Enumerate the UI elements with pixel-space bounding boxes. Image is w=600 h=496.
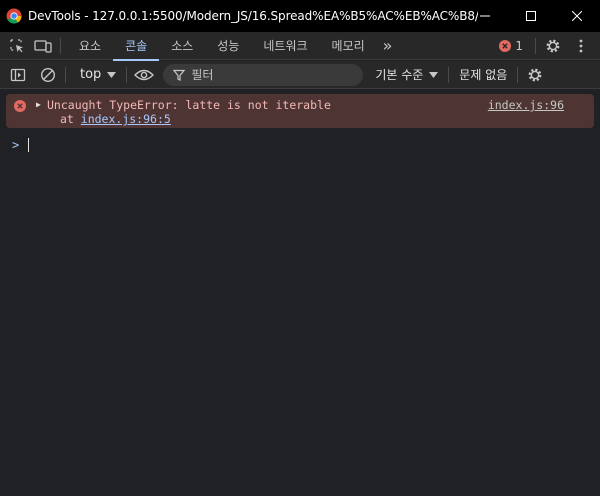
- filter-placeholder: 필터: [191, 68, 214, 82]
- sidebar-toggle-icon: [10, 68, 26, 81]
- eye-icon: [134, 69, 155, 80]
- minimize-button[interactable]: [462, 0, 508, 32]
- device-toolbar-button[interactable]: [32, 35, 54, 57]
- clear-console-button[interactable]: [37, 64, 59, 86]
- error-text: Uncaught TypeError: latte is not iterabl…: [47, 98, 331, 112]
- tab-label: 소스: [171, 39, 194, 53]
- close-icon: [572, 11, 582, 21]
- error-count: 1: [515, 38, 523, 53]
- window-title: DevTools - 127.0.0.1:5500/Modern_JS/16.S…: [28, 9, 478, 23]
- tab-memory[interactable]: 메모리: [320, 32, 377, 60]
- toolbar-divider: [65, 66, 66, 83]
- console-toolbar: top 필터 기본 수준 문제 없음: [0, 61, 600, 89]
- minimize-icon: [480, 15, 490, 17]
- stack-prefix: at: [60, 112, 81, 126]
- chrome-icon: [6, 8, 22, 24]
- console-output[interactable]: ▶ Uncaught TypeError: latte is not itera…: [0, 90, 600, 496]
- log-levels-dropdown[interactable]: 기본 수준: [375, 66, 439, 83]
- window-controls: [462, 0, 600, 32]
- kebab-menu-icon: [579, 39, 583, 52]
- gear-icon: [546, 39, 560, 52]
- tab-label: 메모리: [331, 39, 365, 53]
- toolbar-divider: [535, 37, 536, 54]
- source-link[interactable]: index.js:96: [488, 98, 564, 112]
- live-expression-button[interactable]: [133, 64, 155, 86]
- more-tabs-icon: »: [382, 36, 393, 55]
- tab-performance[interactable]: 성능: [205, 32, 251, 60]
- error-icon: [14, 100, 26, 112]
- console-settings-button[interactable]: [524, 64, 546, 86]
- tab-label: 성능: [217, 39, 240, 53]
- sidebar-toggle-button[interactable]: [7, 64, 29, 86]
- issues-button[interactable]: 문제 없음: [459, 66, 507, 83]
- close-button[interactable]: [554, 0, 600, 32]
- maximize-icon: [526, 11, 536, 21]
- stack-source-link[interactable]: index.js:96:5: [81, 112, 171, 126]
- clear-icon: [40, 67, 56, 82]
- dropdown-arrow-icon: [429, 71, 439, 78]
- customize-menu-button[interactable]: [570, 35, 592, 57]
- more-tabs-button[interactable]: »: [377, 32, 399, 60]
- toolbar-divider: [126, 66, 128, 83]
- toolbar-divider: [60, 37, 61, 54]
- toolbar-divider: [448, 66, 450, 83]
- log-levels-label: 기본 수준: [375, 68, 424, 82]
- tab-sources[interactable]: 소스: [159, 32, 205, 60]
- error-message[interactable]: ▶ Uncaught TypeError: latte is not itera…: [6, 94, 594, 128]
- tab-elements[interactable]: 요소: [67, 32, 113, 60]
- gear-icon: [528, 68, 542, 81]
- tab-label: 네트워크: [263, 39, 308, 53]
- expand-arrow-icon[interactable]: ▶: [36, 99, 44, 111]
- toolbar-divider: [517, 66, 519, 83]
- maximize-button[interactable]: [508, 0, 554, 32]
- error-counter-button[interactable]: 1: [499, 39, 523, 53]
- context-selector[interactable]: top: [80, 67, 117, 82]
- dropdown-arrow-icon: [107, 71, 117, 78]
- device-toggle-icon: [34, 39, 52, 53]
- window-titlebar[interactable]: DevTools - 127.0.0.1:5500/Modern_JS/16.S…: [0, 0, 600, 32]
- error-icon: [499, 39, 512, 52]
- console-input-caret[interactable]: [28, 138, 29, 152]
- settings-button[interactable]: [542, 35, 564, 57]
- stack-trace: at index.js:96:5: [60, 112, 171, 126]
- inspect-element-icon: [10, 38, 23, 52]
- filter-input[interactable]: 필터: [163, 63, 364, 86]
- tab-label: 요소: [79, 39, 102, 53]
- tab-console[interactable]: 콘솔: [113, 32, 160, 61]
- tab-network[interactable]: 네트워크: [251, 32, 319, 60]
- context-value: top: [80, 67, 102, 82]
- inspect-element-button[interactable]: [6, 35, 28, 57]
- devtools-tabbar: 요소 콘솔 소스 성능 네트워크 메모리 » 1: [0, 32, 600, 61]
- filter-icon: [173, 69, 186, 81]
- console-prompt-icon: >: [12, 138, 20, 152]
- tab-label: 콘솔: [125, 39, 148, 53]
